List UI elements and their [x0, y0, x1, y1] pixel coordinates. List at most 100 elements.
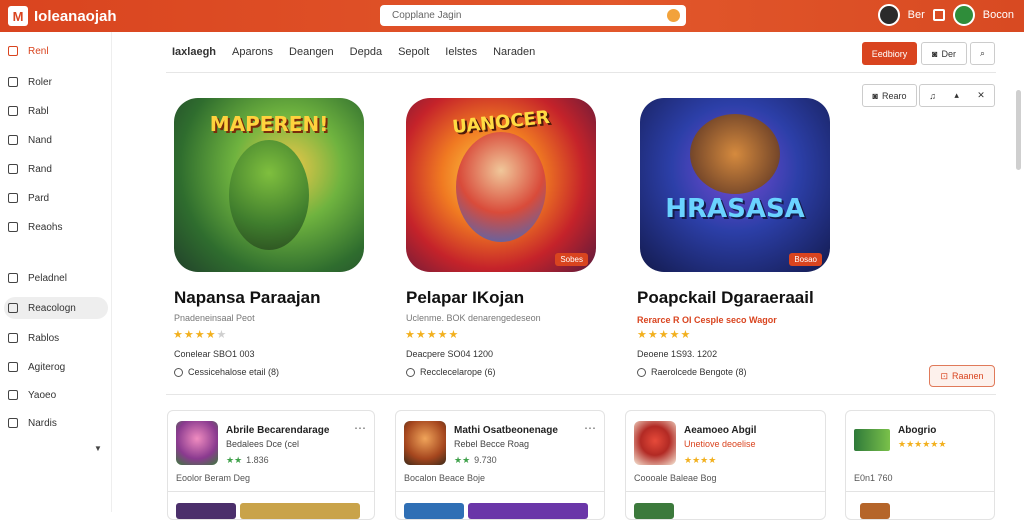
notification-icon[interactable]: [932, 9, 945, 21]
card-footer: Bocalon Beace Boje: [404, 473, 486, 483]
sidebar-item-label: Peladnel: [28, 272, 67, 284]
chevron-down-icon[interactable]: ▼: [94, 444, 102, 453]
featured-subtitle: Uclenme. BOK denarengedeseon: [406, 313, 541, 323]
home-icon: [8, 46, 18, 56]
read-button[interactable]: ◙ Rearo: [862, 84, 917, 107]
up-icon[interactable]: ▴: [954, 90, 959, 101]
card-footer: Eoolor Beram Deg: [176, 473, 251, 483]
sidebar-item-roler[interactable]: Roler: [4, 71, 108, 93]
tabs-divider: [166, 72, 996, 73]
rating-stars: ★★★★★: [173, 329, 228, 341]
featured-image-3[interactable]: HRASASA Bosao: [640, 98, 830, 272]
card-rating: ★★ 1.836: [226, 455, 269, 465]
featured-reviews[interactable]: Cessicehalose etail (8): [174, 367, 279, 377]
scrollbar[interactable]: [1016, 90, 1021, 170]
avatar-secondary[interactable]: [952, 4, 975, 26]
review-icon: [637, 367, 646, 377]
tab-iaxlaegh[interactable]: Iaxlaegh: [172, 46, 216, 58]
top-bar: M Ioleanaojah Copplane Jagin Ber Bocon: [0, 0, 1024, 32]
character-figure: [229, 140, 309, 250]
sidebar-item-nardis[interactable]: Nardis: [4, 412, 108, 434]
card-rating: ★★★★★★: [898, 439, 947, 449]
tab-deangen[interactable]: Deangen: [289, 46, 334, 58]
tab-naraden[interactable]: Naraden: [493, 46, 535, 58]
sidebar-item-label: Nardis: [28, 417, 57, 429]
search-icon[interactable]: [667, 9, 680, 22]
card-footer: E0n1 760: [854, 473, 893, 483]
sidebar-item-reaohs[interactable]: Reaohs: [4, 216, 108, 238]
doc-icon: [8, 106, 18, 116]
more-options-icon[interactable]: ⋯: [584, 421, 596, 435]
avatar[interactable]: [877, 4, 900, 26]
featured-image-2[interactable]: UANOCER Sobes: [406, 98, 596, 272]
featured-title[interactable]: Napansa Paraajan: [174, 288, 320, 308]
rating-value: 1.836: [246, 455, 269, 465]
rating-stars: ★★★★★: [637, 329, 692, 341]
card-divider: [626, 491, 825, 492]
sale-badge: Sobes: [555, 253, 588, 266]
game-card[interactable]: Abrile Becarendarage Bedalees Dce (cel ★…: [167, 410, 375, 520]
card-divider: [396, 491, 604, 492]
close-icon[interactable]: ✕: [977, 90, 985, 101]
sidebar-item-rand[interactable]: Rand: [4, 158, 108, 180]
featured-reviews[interactable]: Recclecelarope (6): [406, 367, 496, 377]
sidebar-item-peladnel[interactable]: Peladnel: [4, 267, 108, 289]
featured-title[interactable]: Poapckail Dgaraeraail: [637, 288, 814, 308]
featured-action-label: Raanen: [952, 371, 984, 381]
sidebar-item-rabl[interactable]: Rabl: [4, 100, 108, 122]
sidebar-item-rablos[interactable]: Rablos: [4, 327, 108, 349]
featured-title[interactable]: Pelapar IKojan: [406, 288, 524, 308]
app-logo[interactable]: M Ioleanaojah: [8, 6, 117, 26]
more-options-icon[interactable]: ⋯: [354, 421, 366, 435]
share-icon: ⌕: [979, 48, 986, 58]
featured-meta: Deacpere SO04 1200: [406, 349, 494, 359]
game-card[interactable]: Mathi Osatbeonenage Rebel Becce Roag ★★ 9…: [395, 410, 605, 520]
account-name[interactable]: Bocon: [983, 9, 1014, 21]
tab-aparons[interactable]: Aparons: [232, 46, 273, 58]
game-card[interactable]: Abogrio ★★★★★★ E0n1 760: [845, 410, 995, 520]
secondary-button[interactable]: ◙ Der: [921, 42, 967, 65]
rating-value: 9.730: [474, 455, 497, 465]
game-card[interactable]: Aeamoeo Abgil Unetiove deoelise ★★★★ Coo…: [625, 410, 826, 520]
sidebar-item-renl[interactable]: Renl: [4, 40, 108, 62]
read-button-label: Rearo: [881, 90, 907, 101]
preview-strip: [176, 503, 236, 519]
game-thumbnail: [404, 421, 446, 465]
tab-depda[interactable]: Depda: [350, 46, 382, 58]
character-figure: [690, 114, 780, 194]
sidebar-item-reacologn[interactable]: Reacologn: [4, 297, 108, 319]
logo-icon: M: [8, 6, 28, 26]
featured-reviews[interactable]: Raerolcede Bengote (8): [637, 367, 747, 377]
card-title: Mathi Osatbeonenage: [454, 425, 558, 436]
roles-icon: [8, 77, 18, 87]
preview-strip: [468, 503, 588, 519]
card-title: Abogrio: [898, 425, 937, 436]
sidebar-item-nand[interactable]: Nand: [4, 129, 108, 151]
search-input[interactable]: Copplane Jagin: [380, 5, 686, 26]
sidebar-item-pard[interactable]: Pard: [4, 187, 108, 209]
star-icon: [8, 390, 18, 400]
featured-image-1[interactable]: MAPEREN!: [174, 98, 364, 272]
featured-action-button[interactable]: ⊡ Raanen: [929, 365, 995, 387]
card-footer: Coooale Baleae Bog: [634, 473, 717, 483]
app-title: Ioleanaojah: [34, 7, 117, 25]
card-rating: ★★ 9.730: [454, 455, 497, 465]
featured-meta: Conelear SBO1 003: [174, 349, 255, 359]
sidebar-item-agiterog[interactable]: Agiterog: [4, 356, 108, 378]
user-name[interactable]: Ber: [908, 9, 925, 21]
sidebar-item-label: Roler: [28, 76, 52, 88]
primary-button[interactable]: Eedbiory: [862, 42, 917, 65]
card-description: Bedalees Dce (cel: [226, 439, 300, 449]
sidebar: Renl Roler Rabl Nand Rand Pard Reaohs Pe…: [0, 32, 112, 512]
card-divider: [846, 491, 994, 492]
tab-sepolt[interactable]: Sepolt: [398, 46, 429, 58]
secondary-button-label: Der: [941, 48, 956, 59]
more-button[interactable]: ⌕: [970, 42, 995, 65]
featured-subtitle: Pnadeneinsaal Peot: [174, 313, 255, 323]
bell-icon[interactable]: ♫: [929, 91, 936, 101]
sidebar-item-yaoeo[interactable]: Yaoeo: [4, 384, 108, 406]
game-thumbnail: [176, 421, 218, 465]
tab-ielstes[interactable]: Ielstes: [445, 46, 477, 58]
card-rating: ★★★★: [684, 455, 717, 465]
rating-stars: ★★★★★: [405, 329, 460, 341]
